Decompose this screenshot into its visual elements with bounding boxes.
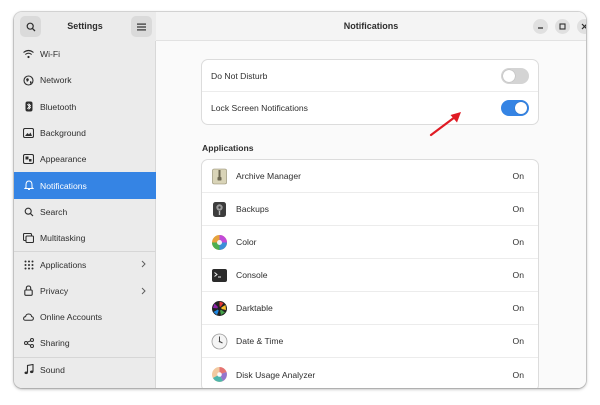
sidebar-item-wifi[interactable]: Wi-Fi	[14, 41, 156, 67]
lock-screen-notifications-row[interactable]: Lock Screen Notifications	[202, 92, 538, 124]
bell-icon	[23, 180, 34, 191]
cloud-icon	[23, 312, 34, 323]
app-row-disk-usage-analyzer[interactable]: Disk Usage Analyzer On	[202, 358, 538, 388]
app-name: Color	[236, 237, 257, 247]
lock-screen-notifications-switch[interactable]	[501, 100, 529, 116]
console-icon	[211, 267, 228, 284]
sidebar-item-label: Privacy	[40, 285, 69, 296]
page-title: Notifications	[343, 21, 399, 31]
close-icon	[581, 23, 586, 30]
maximize-button[interactable]	[555, 19, 570, 34]
minimize-icon	[538, 27, 543, 29]
app-status: On	[512, 270, 524, 280]
minimize-button[interactable]	[533, 19, 548, 34]
grid-icon	[23, 259, 34, 270]
sidebar-item-multitasking[interactable]: Multitasking	[14, 225, 156, 251]
app-status: On	[512, 369, 524, 380]
switch-knob	[503, 70, 515, 82]
sidebar-item-background[interactable]: Background	[14, 120, 156, 146]
disk-usage-icon	[211, 366, 228, 383]
music-note-icon	[23, 364, 34, 375]
sidebar-item-label: Notifications	[40, 180, 87, 191]
sidebar-item-label: Applications	[40, 259, 87, 270]
sidebar-item-network[interactable]: Network	[14, 67, 156, 93]
sidebar-item-privacy[interactable]: Privacy	[14, 278, 156, 304]
sidebar-item-appearance[interactable]: Appearance	[14, 146, 156, 172]
app-row-date-time[interactable]: Date & Time On	[202, 325, 538, 358]
network-icon	[23, 75, 34, 86]
app-row-archive-manager[interactable]: Archive Manager On	[202, 160, 538, 193]
sidebar-item-search[interactable]: Search	[14, 199, 156, 225]
sidebar-item-bluetooth[interactable]: Bluetooth	[14, 94, 156, 120]
background-icon	[23, 128, 34, 139]
main-panel: Notifications Do Not Disturb Lock Screen…	[156, 12, 586, 388]
app-row-backups[interactable]: Backups On	[202, 193, 538, 226]
sidebar-item-label: Online Accounts	[40, 312, 103, 323]
sidebar-item-label: Search	[40, 206, 68, 217]
wifi-icon	[23, 49, 34, 60]
app-row-console[interactable]: Console On	[202, 259, 538, 292]
app-name: Console	[236, 270, 268, 280]
sidebar-divider	[14, 251, 156, 252]
sidebar-item-label: Bluetooth	[40, 101, 77, 112]
app-status: On	[512, 303, 524, 313]
chevron-right-icon	[141, 260, 146, 270]
archive-manager-icon	[211, 168, 228, 185]
lock-icon	[23, 285, 34, 297]
sidebar-item-applications[interactable]: Applications	[14, 251, 156, 277]
app-status: On	[512, 237, 524, 247]
sidebar-item-label: Background	[40, 128, 86, 139]
switch-knob	[515, 102, 527, 114]
sidebar-divider	[14, 357, 156, 358]
applications-heading: Applications	[202, 143, 254, 153]
settings-window: Settings Wi-Fi Network Bluetooth Backgro…	[14, 12, 586, 388]
sidebar-item-notifications[interactable]: Notifications	[14, 172, 156, 199]
sidebar-item-label: Wi-Fi	[40, 49, 61, 60]
sidebar-item-sharing[interactable]: Sharing	[14, 330, 156, 356]
hamburger-icon	[137, 23, 146, 30]
chevron-right-icon	[141, 287, 146, 297]
notification-settings-card: Do Not Disturb Lock Screen Notifications	[202, 60, 538, 124]
share-icon	[23, 338, 34, 349]
main-header: Notifications	[156, 12, 586, 41]
sidebar-list: Wi-Fi Network Bluetooth Background Appea…	[14, 41, 156, 383]
app-name: Date & Time	[236, 336, 284, 346]
app-status: On	[512, 336, 524, 346]
lock-screen-notifications-label: Lock Screen Notifications	[211, 103, 308, 113]
color-icon	[211, 234, 228, 251]
darktable-icon	[211, 300, 228, 317]
sidebar-item-label: Network	[40, 75, 72, 86]
backups-icon	[211, 201, 228, 218]
main-menu-button[interactable]	[131, 16, 152, 37]
do-not-disturb-row[interactable]: Do Not Disturb	[202, 60, 538, 92]
clock-icon	[211, 333, 228, 350]
sidebar-item-sound[interactable]: Sound	[14, 357, 156, 383]
multitasking-icon	[23, 233, 34, 244]
app-status: On	[512, 171, 524, 181]
bluetooth-icon	[23, 101, 34, 112]
search-icon	[23, 206, 34, 217]
applications-card: Archive Manager On Backups On Color On C…	[202, 160, 538, 388]
maximize-icon	[559, 23, 566, 30]
app-row-darktable[interactable]: Darktable On	[202, 292, 538, 325]
sidebar-item-label: Appearance	[40, 154, 87, 165]
app-name: Backups	[236, 204, 269, 214]
do-not-disturb-label: Do Not Disturb	[211, 70, 268, 81]
do-not-disturb-switch[interactable]	[501, 68, 529, 84]
app-row-color[interactable]: Color On	[202, 226, 538, 259]
sidebar: Settings Wi-Fi Network Bluetooth Backgro…	[14, 12, 156, 388]
sidebar-item-online-accounts[interactable]: Online Accounts	[14, 304, 156, 330]
close-button[interactable]	[577, 19, 586, 34]
sidebar-item-label: Sharing	[40, 338, 70, 349]
annotation-arrow-icon	[429, 112, 461, 137]
app-name: Darktable	[236, 303, 273, 313]
appearance-icon	[23, 154, 34, 165]
sidebar-item-label: Multitasking	[40, 233, 86, 244]
sidebar-header: Settings	[14, 12, 156, 41]
sidebar-item-label: Sound	[40, 364, 65, 375]
app-status: On	[512, 204, 524, 214]
app-name: Disk Usage Analyzer	[236, 369, 316, 380]
app-name: Archive Manager	[236, 171, 301, 181]
